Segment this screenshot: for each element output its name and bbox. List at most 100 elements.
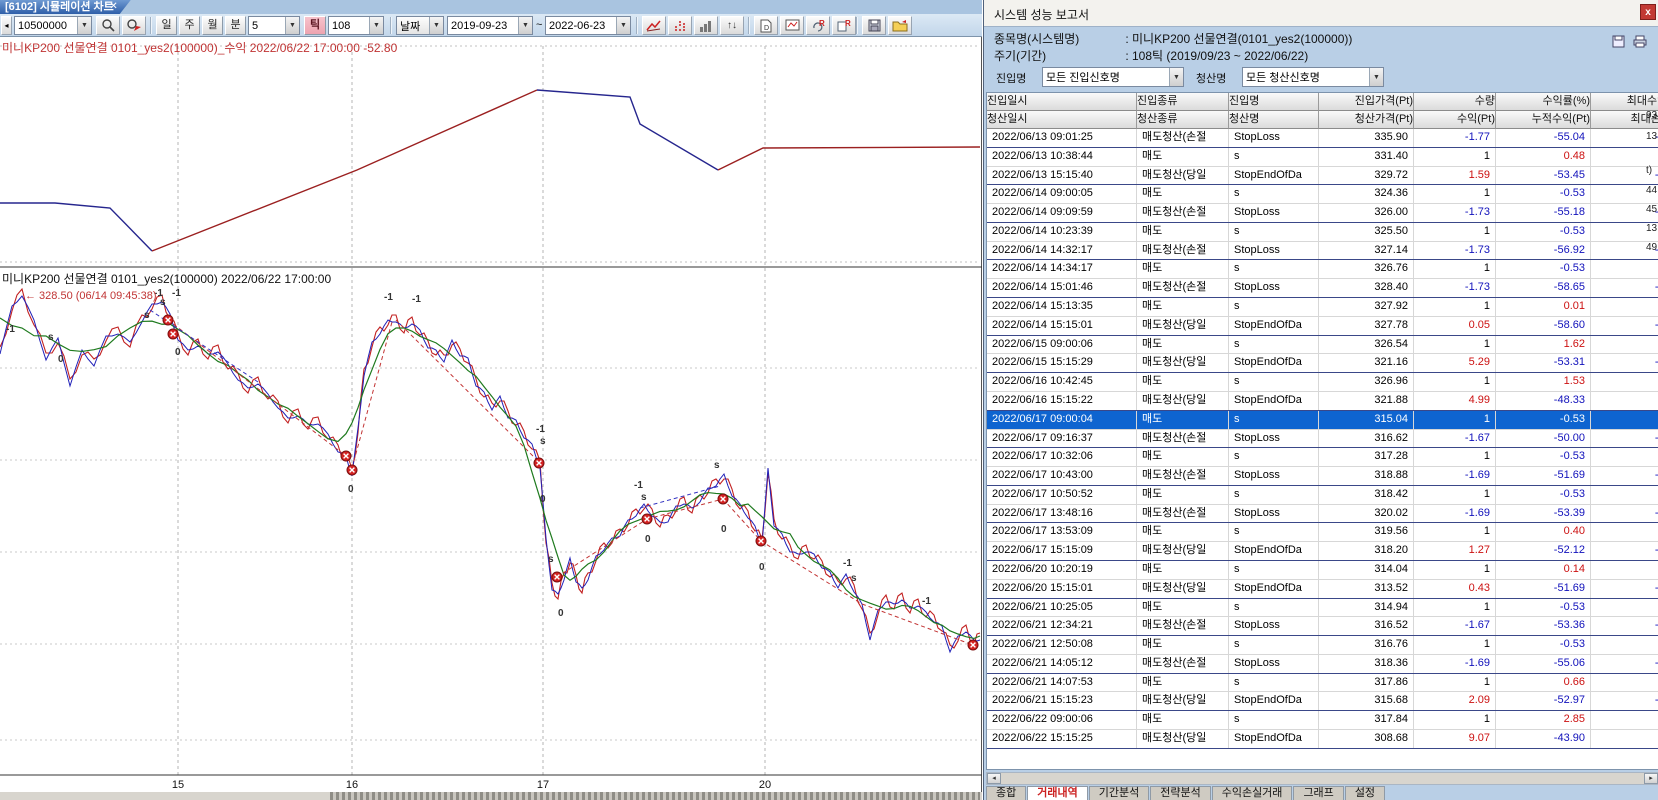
trades-table[interactable]: 진입일시진입종류진입명진입가격(Pt)수량수익률(%)최대수익(Pt)청산일시청… [986, 92, 1658, 770]
report-tab-기간분석[interactable]: 기간분석 [1089, 786, 1149, 800]
exit-filter-combo[interactable]: 모든 청산신호명 ▼ [1242, 67, 1384, 87]
search-button[interactable] [96, 16, 120, 35]
search-jump-button[interactable] [122, 16, 146, 35]
column-header[interactable]: 청산일시 [987, 111, 1137, 129]
chevron-down-icon[interactable]: ▼ [1169, 68, 1183, 86]
report-tab-종합[interactable]: 종합 [986, 786, 1026, 800]
entry-filter-combo[interactable]: 모든 진입신호명 ▼ [1042, 67, 1184, 87]
chevron-down-icon[interactable]: ▼ [285, 17, 299, 34]
report-save-button[interactable] [1612, 35, 1625, 51]
chevron-down-icon[interactable]: ▼ [77, 17, 91, 34]
scroll-left-button[interactable]: ◂ [1, 16, 12, 35]
table-row[interactable]: 2022/06/17 09:16:37매도청산(손절StopLoss316.62… [987, 430, 1658, 449]
chevron-down-icon[interactable]: ▼ [518, 17, 532, 34]
column-header[interactable]: 청산명 [1229, 111, 1319, 129]
table-row[interactable]: 2022/06/13 09:01:25매도청산(손절StopLoss335.90… [987, 129, 1658, 148]
date-to-combo[interactable]: 2022-06-23 ▼ [545, 16, 631, 35]
new-document-button[interactable]: D [754, 16, 778, 35]
table-row[interactable]: 2022/06/21 10:25:05매도s314.941-0.531.10 [987, 599, 1658, 618]
column-header[interactable]: 진입가격(Pt) [1319, 93, 1414, 111]
report-refresh-button[interactable]: R [806, 16, 830, 35]
table-row[interactable]: 2022/06/14 09:00:05매도s324.361-0.531.16 [987, 185, 1658, 204]
date-from-combo[interactable]: 2019-09-23 ▼ [447, 16, 533, 35]
table-row[interactable]: 2022/06/14 14:32:17매도청산(손절StopLoss327.14… [987, 242, 1658, 261]
table-row[interactable]: 2022/06/17 15:15:09매도청산(당일StopEndOfDa318… [987, 542, 1658, 561]
symbol-combo[interactable]: 10500000 ▼ [14, 16, 92, 35]
tab-close-icon[interactable]: ✕ [109, 0, 117, 14]
tick-combo[interactable]: 108 ▼ [328, 16, 384, 35]
table-row[interactable]: 2022/06/15 09:00:06매도s326.5411.626.88 [987, 336, 1658, 355]
period-week-button[interactable]: 주 [179, 16, 200, 35]
table-row[interactable]: 2022/06/17 10:50:52매도s318.421-0.531.66 [987, 486, 1658, 505]
table-row[interactable]: 2022/06/17 09:00:04매도s315.041-0.530.60 [987, 411, 1658, 430]
sort-button[interactable]: ↑↓ [720, 16, 744, 35]
column-header[interactable]: 진입종류 [1137, 93, 1229, 111]
table-row[interactable]: 2022/06/13 10:38:44매도s331.4010.481.96 [987, 148, 1658, 167]
volume-bars-button[interactable] [694, 16, 718, 35]
chevron-down-icon[interactable]: ▼ [616, 17, 630, 34]
column-header[interactable]: 청산가격(Pt) [1319, 111, 1414, 129]
report-tab-그래프[interactable]: 그래프 [1293, 786, 1343, 800]
table-row[interactable]: 2022/06/14 15:01:46매도청산(손절StopLoss328.40… [987, 279, 1658, 298]
table-row[interactable]: 2022/06/21 15:15:23매도청산(당일StopEndOfDa315… [987, 692, 1658, 711]
report-print-button[interactable] [1633, 35, 1647, 51]
open-folder-button[interactable] [888, 16, 912, 35]
chevron-down-icon[interactable]: ▼ [1369, 68, 1383, 86]
chart-canvas[interactable]: -1s0s-1s-100-1-1-1s0s0-1s0s00-1s-1151617… [0, 37, 982, 800]
table-row[interactable]: 2022/06/21 12:50:08매도s316.761-0.530.32 [987, 636, 1658, 655]
column-header[interactable]: 수익률(%) [1496, 93, 1591, 111]
tick-button[interactable]: 틱 [304, 16, 326, 35]
trendline-tool-button[interactable] [642, 16, 666, 35]
report-tab-거래내역[interactable]: 거래내역 [1027, 786, 1087, 800]
report-tab-설정[interactable]: 설정 [1345, 786, 1385, 800]
table-row[interactable]: 2022/06/20 15:15:01매도청산(당일StopEndOfDa313… [987, 580, 1658, 599]
table-row[interactable]: 2022/06/14 15:13:35매도s327.9210.010.20 [987, 298, 1658, 317]
close-icon[interactable]: x [1640, 4, 1656, 20]
table-row[interactable]: 2022/06/21 12:34:21매도청산(손절StopLoss316.52… [987, 617, 1658, 636]
table-row[interactable]: 2022/06/21 14:07:53매도s317.8610.662.58 [987, 674, 1658, 693]
column-header[interactable]: 진입명 [1229, 93, 1319, 111]
column-header[interactable]: 누적수익(Pt) [1496, 111, 1591, 129]
column-header[interactable]: 청산종류 [1137, 111, 1229, 129]
chart-window-button[interactable] [780, 16, 804, 35]
table-row[interactable]: 2022/06/16 15:15:22매도청산(당일StopEndOfDa321… [987, 392, 1658, 411]
chart-horizontal-scrollbar[interactable] [0, 792, 982, 800]
period-month-button[interactable]: 월 [202, 16, 223, 35]
date-mode-combo[interactable]: 날짜 ▼ [396, 16, 444, 35]
table-row[interactable]: 2022/06/22 15:15:25매도청산(당일StopEndOfDa308… [987, 730, 1658, 749]
table-row[interactable]: 2022/06/17 10:32:06매도s317.281-0.530.06 [987, 448, 1658, 467]
table-row[interactable]: 2022/06/14 10:23:39매도s325.501-0.532.04 [987, 223, 1658, 242]
column-header[interactable]: 수량 [1414, 93, 1496, 111]
table-row[interactable]: 2022/06/22 09:00:06매도s317.8412.859.40 [987, 711, 1658, 730]
signal-bars-button[interactable] [668, 16, 692, 35]
column-header[interactable]: 진입일시 [987, 93, 1137, 111]
table-row[interactable]: 2022/06/17 10:43:00매도청산(손절StopLoss318.88… [987, 467, 1658, 486]
chevron-down-icon[interactable]: ▼ [369, 17, 383, 34]
table-row[interactable]: 2022/06/20 10:20:19매도s314.0410.142.64 [987, 561, 1658, 580]
scrollbar-thumb[interactable] [330, 792, 980, 800]
table-row[interactable]: 2022/06/17 13:48:16매도청산(손절StopLoss320.02… [987, 505, 1658, 524]
table-row[interactable]: 2022/06/21 14:05:12매도청산(손절StopLoss318.36… [987, 655, 1658, 674]
table-row[interactable]: 2022/06/16 10:42:45매도s326.9611.535.86 [987, 373, 1658, 392]
trades-table-body[interactable]: 2022/06/13 09:01:25매도청산(손절StopLoss335.90… [987, 129, 1658, 749]
chevron-down-icon[interactable]: ▼ [429, 17, 443, 34]
column-header[interactable]: 수익(Pt) [1414, 111, 1496, 129]
period-day-button[interactable]: 일 [156, 16, 177, 35]
scroll-right-arrow-icon[interactable]: ▸ [1644, 773, 1658, 784]
report-copy-button[interactable]: R [832, 16, 856, 35]
table-row[interactable]: 2022/06/15 15:15:29매도청산(당일StopEndOfDa321… [987, 354, 1658, 373]
minute-combo[interactable]: 5 ▼ [248, 16, 300, 35]
report-tab-전략분석[interactable]: 전략분석 [1150, 786, 1210, 800]
save-button[interactable] [862, 16, 886, 35]
table-row[interactable]: 2022/06/14 09:09:59매도청산(손절StopLoss326.00… [987, 204, 1658, 223]
scroll-left-arrow-icon[interactable]: ◂ [987, 773, 1001, 784]
report-tab-수익손실거래[interactable]: 수익손실거래 [1212, 786, 1293, 800]
table-horizontal-scrollbar[interactable]: ◂ ▸ [986, 772, 1658, 785]
window-tab[interactable]: [6102] 시뮬레이션 차트 ✕ [0, 0, 132, 14]
table-row[interactable]: 2022/06/17 13:53:09매도s319.5610.401.38 [987, 523, 1658, 542]
column-header[interactable]: 최대수익(Pt) [1591, 93, 1658, 111]
period-minute-button[interactable]: 분 [225, 16, 246, 35]
chart-area[interactable]: 미니KP200 선물연결 0101_yes2(100000)_수익 2022/0… [0, 37, 982, 800]
table-row[interactable]: 2022/06/13 15:15:40매도청산(당일StopEndOfDa329… [987, 167, 1658, 186]
table-row[interactable]: 2022/06/14 14:34:17매도s326.761-0.530.40 [987, 260, 1658, 279]
